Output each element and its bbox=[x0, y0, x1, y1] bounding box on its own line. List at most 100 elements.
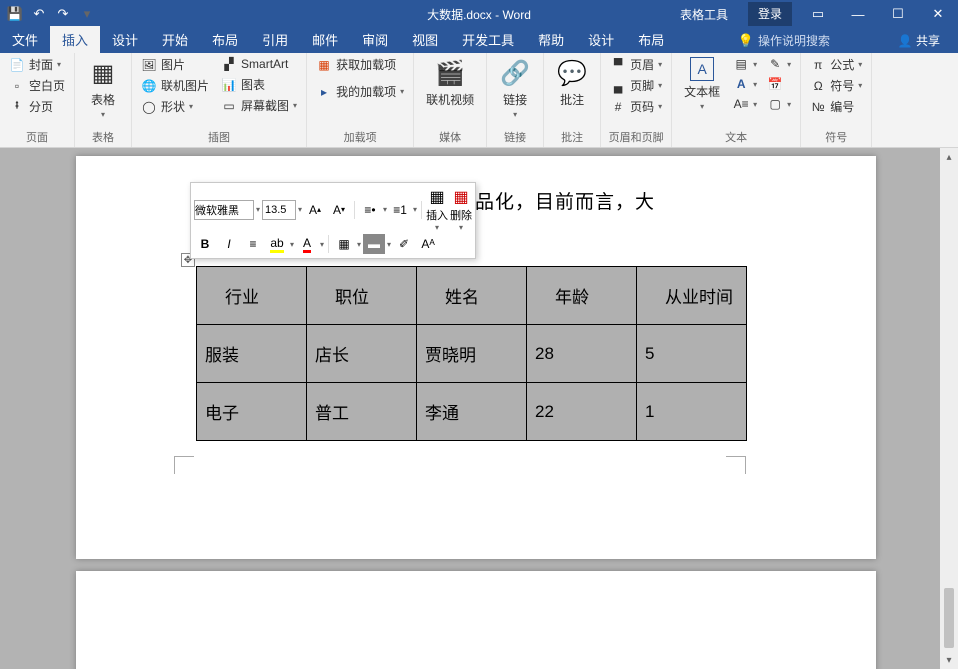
grow-font-button[interactable]: A▴ bbox=[304, 200, 326, 220]
tab-help[interactable]: 帮助 bbox=[526, 26, 576, 53]
group-links: 🔗 链接▾ 链接 bbox=[487, 53, 544, 147]
redo-icon[interactable]: ↷ bbox=[52, 3, 74, 25]
bullets-button[interactable]: ≡• bbox=[359, 200, 381, 220]
footer-button[interactable]: ▄页脚▾ bbox=[607, 76, 665, 95]
th-years[interactable]: 从业时间 bbox=[637, 267, 747, 325]
th-name[interactable]: 姓名 bbox=[417, 267, 527, 325]
numbering-button[interactable]: ≡1 bbox=[389, 200, 411, 220]
hyperlink-button[interactable]: 🔗 链接▾ bbox=[493, 55, 537, 121]
my-addins-button[interactable]: ▸我的加载项▾ bbox=[313, 82, 407, 101]
tab-view[interactable]: 视图 bbox=[400, 26, 450, 53]
tab-insert[interactable]: 插入 bbox=[50, 26, 100, 53]
group-tables-label: 表格 bbox=[81, 129, 125, 147]
online-video-button[interactable]: 🎬 联机视频 bbox=[420, 55, 480, 110]
group-hf-label: 页眉和页脚 bbox=[607, 129, 665, 147]
shapes-button[interactable]: ◯形状▾ bbox=[138, 97, 212, 116]
mini-insert-button[interactable]: ▦插入▾ bbox=[426, 187, 448, 232]
bold-button[interactable]: B bbox=[194, 234, 216, 254]
tab-file[interactable]: 文件 bbox=[0, 26, 50, 53]
header-button[interactable]: ▀页眉▾ bbox=[607, 55, 665, 74]
date-icon: 📅 bbox=[767, 76, 783, 92]
tab-home[interactable]: 开始 bbox=[150, 26, 200, 53]
symbol-button[interactable]: Ω符号▾ bbox=[807, 76, 865, 95]
login-button[interactable]: 登录 bbox=[748, 2, 792, 26]
table-row[interactable]: 电子 普工 李通 22 1 bbox=[197, 383, 747, 441]
vertical-scrollbar[interactable]: ▴ ▾ bbox=[940, 148, 958, 669]
tab-developer[interactable]: 开发工具 bbox=[450, 26, 526, 53]
document-table[interactable]: 行业 职位 姓名 年龄 从业时间 服装 店长 贾晓明 28 5 电子 普工 李通… bbox=[196, 266, 747, 441]
group-pages-label: 页面 bbox=[6, 129, 68, 147]
size-dropdown-icon[interactable]: ▾ bbox=[298, 205, 302, 214]
number-button[interactable]: №编号 bbox=[807, 97, 865, 116]
tab-design[interactable]: 设计 bbox=[100, 26, 150, 53]
shading-button[interactable]: ▬ bbox=[363, 234, 385, 254]
object-button[interactable]: ▢▾ bbox=[764, 95, 794, 113]
page-break-button[interactable]: ⭻分页 bbox=[6, 97, 68, 116]
table-row[interactable]: 服装 店长 贾晓明 28 5 bbox=[197, 325, 747, 383]
equation-button[interactable]: π公式▾ bbox=[807, 55, 865, 74]
font-color-button[interactable]: A bbox=[296, 234, 318, 254]
dropcap-button[interactable]: A≡▾ bbox=[730, 95, 760, 113]
th-industry[interactable]: 行业 bbox=[197, 267, 307, 325]
undo-icon[interactable]: ↶ bbox=[28, 3, 50, 25]
tab-mailings[interactable]: 邮件 bbox=[300, 26, 350, 53]
tab-table-layout[interactable]: 布局 bbox=[626, 26, 676, 53]
screenshot-button[interactable]: ▭屏幕截图▾ bbox=[218, 96, 300, 115]
blank-page-button[interactable]: ▫空白页 bbox=[6, 76, 68, 95]
font-size-input[interactable] bbox=[262, 200, 296, 220]
scroll-up-button[interactable]: ▴ bbox=[940, 148, 958, 166]
font-dropdown-icon[interactable]: ▾ bbox=[256, 205, 260, 214]
tab-table-design[interactable]: 设计 bbox=[576, 26, 626, 53]
page-2[interactable] bbox=[76, 571, 876, 669]
quick-parts-button[interactable]: ▤▾ bbox=[730, 55, 760, 73]
tab-review[interactable]: 审阅 bbox=[350, 26, 400, 53]
cover-page-button[interactable]: 📄封面▾ bbox=[6, 55, 68, 74]
styles-button[interactable]: Aᴬ bbox=[417, 234, 439, 254]
ribbon-options-icon[interactable]: ▭ bbox=[798, 0, 838, 28]
shrink-font-button[interactable]: A▾ bbox=[328, 200, 350, 220]
share-button[interactable]: 👤 共享 bbox=[890, 28, 948, 53]
group-illustrations-label: 插图 bbox=[138, 129, 300, 147]
textbox-button[interactable]: A 文本框▾ bbox=[678, 55, 726, 113]
borders-button[interactable]: ▦ bbox=[333, 234, 355, 254]
margin-corner-br bbox=[726, 456, 746, 474]
chart-button[interactable]: 📊图表 bbox=[218, 75, 300, 94]
bulb-icon: 💡 bbox=[738, 33, 754, 49]
pagebreak-icon: ⭻ bbox=[9, 99, 25, 115]
maximize-button[interactable]: ☐ bbox=[878, 0, 918, 28]
smartart-button[interactable]: ▞SmartArt bbox=[218, 55, 300, 73]
mini-delete-button[interactable]: ▦删除▾ bbox=[450, 187, 472, 232]
scroll-down-button[interactable]: ▾ bbox=[940, 651, 958, 669]
group-media: 🎬 联机视频 媒体 bbox=[414, 53, 487, 147]
align-button[interactable]: ≡ bbox=[242, 234, 264, 254]
get-addins-button[interactable]: ▦获取加载项 bbox=[313, 55, 407, 74]
th-position[interactable]: 职位 bbox=[307, 267, 417, 325]
table-header-row[interactable]: 行业 职位 姓名 年龄 从业时间 bbox=[197, 267, 747, 325]
wordart-button[interactable]: A▾ bbox=[730, 75, 760, 93]
group-header-footer: ▀页眉▾ ▄页脚▾ #页码▾ 页眉和页脚 bbox=[601, 53, 672, 147]
comment-button[interactable]: 💬 批注 bbox=[550, 55, 594, 110]
minimize-button[interactable]: ― bbox=[838, 0, 878, 28]
tell-me-search[interactable]: 💡 操作说明搜索 bbox=[730, 28, 838, 53]
qat-dropdown-icon[interactable]: ▾ bbox=[76, 3, 98, 25]
italic-button[interactable]: I bbox=[218, 234, 240, 254]
close-button[interactable]: ✕ bbox=[918, 0, 958, 28]
page-number-button[interactable]: #页码▾ bbox=[607, 97, 665, 116]
th-age[interactable]: 年龄 bbox=[527, 267, 637, 325]
online-pictures-button[interactable]: 🌐联机图片 bbox=[138, 76, 212, 95]
highlight-button[interactable]: ab bbox=[266, 234, 288, 254]
signature-button[interactable]: ✎▾ bbox=[764, 55, 794, 73]
save-icon[interactable]: 💾 bbox=[4, 3, 26, 25]
datetime-button[interactable]: 📅 bbox=[764, 75, 794, 93]
tab-references[interactable]: 引用 bbox=[250, 26, 300, 53]
font-name-input[interactable] bbox=[194, 200, 254, 220]
insert-table-button[interactable]: ▦ 表格▾ bbox=[81, 55, 125, 121]
tab-layout[interactable]: 布局 bbox=[200, 26, 250, 53]
group-comments-label: 批注 bbox=[550, 129, 594, 147]
scroll-thumb[interactable] bbox=[944, 588, 954, 648]
symbol-icon: Ω bbox=[810, 78, 826, 94]
shapes-icon: ◯ bbox=[141, 99, 157, 115]
share-label: 共享 bbox=[916, 34, 940, 48]
format-painter-button[interactable]: ✐ bbox=[393, 234, 415, 254]
pictures-button[interactable]: 🖼图片 bbox=[138, 55, 212, 74]
